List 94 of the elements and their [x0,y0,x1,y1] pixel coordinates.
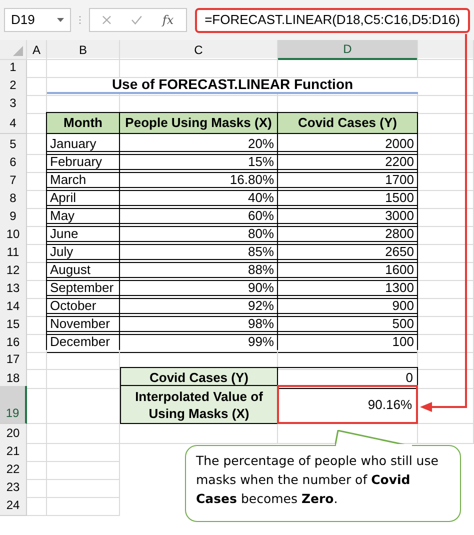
insert-function-button[interactable]: fx [162,11,174,29]
table-cell: 60% [119,205,278,226]
table-cell: 40% [119,187,278,208]
grid-cell [418,296,474,316]
row-number[interactable]: 19 [0,386,27,424]
grid-cell [27,478,47,498]
table-cell: 2650 [277,241,418,262]
grid-cell [418,242,474,262]
sheet-title: Use of FORECAST.LINEAR Function [47,76,418,94]
table-cell: November [46,313,120,334]
grid-cell [418,332,474,352]
grid-cell [418,134,474,154]
table-cell: 90% [119,277,278,298]
table-header: People Using Masks (X) [119,112,278,134]
table-cell: 85% [119,241,278,262]
table-cell: May [46,205,120,226]
table-cell: 80% [119,223,278,244]
grid-cell [418,206,474,226]
table-cell: 88% [119,259,278,280]
grid-cell [418,260,474,280]
grid-cell [418,188,474,208]
grid-cell [27,442,47,462]
table-cell: December [46,331,120,352]
grid-cell [418,424,474,444]
row-number[interactable]: 20 [0,424,27,444]
column-header[interactable]: B [47,40,120,60]
grid-cell [27,350,47,370]
row-number[interactable]: 22 [0,460,27,480]
table-cell: 500 [277,313,418,334]
table-cell: July [46,241,120,262]
callout-text: The percentage of people who still use masks when the number of Covid Cases becomes Zero. [196,452,440,508]
table-cell: October [46,295,120,316]
column-header[interactable]: A [27,40,47,60]
table-cell: 2000 [277,133,418,154]
row-number[interactable]: 21 [0,442,27,462]
grid-cell [418,368,474,388]
table-cell: 1500 [277,187,418,208]
table-cell: 100 [277,331,418,352]
grid-cell [27,424,47,444]
table-cell: 1600 [277,259,418,280]
grid-cell [418,152,474,172]
row-number[interactable]: 23 [0,478,27,498]
table-header: Month [46,112,120,134]
table-cell: September [46,277,120,298]
grid-cell [27,368,47,388]
table-cell: 92% [119,295,278,316]
column-header[interactable]: D [278,40,418,60]
grid-cell [27,386,47,424]
table-cell: 2800 [277,223,418,244]
row-number[interactable]: 17 [0,350,27,370]
grid-cell [418,224,474,244]
grid-cell [27,460,47,480]
grid-cell [418,94,474,114]
table-cell: 900 [277,295,418,316]
summary-value: 0 [277,367,418,388]
table-cell: March [46,169,120,190]
table-cell: 99% [119,331,278,352]
grid-cell [418,350,474,370]
grid-cell [418,58,474,78]
cancel-icon[interactable] [102,15,112,25]
table-cell: January [46,133,120,154]
table-cell: April [46,187,120,208]
table-cell: 16.80% [119,169,278,190]
table-cell: 2200 [277,151,418,172]
grid-cell [27,496,47,516]
column-header[interactable] [418,40,474,60]
grid-cell [418,112,474,134]
row-number[interactable]: 3 [0,94,27,114]
row-number[interactable]: 24 [0,496,27,516]
formula-field[interactable]: =FORECAST.LINEAR(D18,C5:C16,D5:D16) [194,8,470,32]
table-cell: 3000 [277,205,418,226]
grid-cell [27,58,47,78]
table-cell: August [46,259,120,280]
table-cell: February [46,151,120,172]
table-cell: 15% [119,151,278,172]
formula-text: =FORECAST.LINEAR(D18,C5:C16,D5:D16) [204,11,460,30]
name-box[interactable]: D19 [4,8,71,32]
grid-cell [418,278,474,298]
select-all-icon[interactable] [13,46,23,56]
table-cell: June [46,223,120,244]
table-cell: 1700 [277,169,418,190]
grid-cell [418,314,474,334]
summary-value: 90.16% [277,385,418,424]
row-number[interactable]: 2 [0,76,27,96]
table-cell: 98% [119,313,278,334]
table-header: Covid Cases (Y) [277,112,418,134]
column-header[interactable]: C [120,40,278,60]
table-cell: 1300 [277,277,418,298]
grid-cell [418,170,474,190]
cell-reference: D19 [11,11,35,30]
dropdown-icon[interactable] [56,18,64,22]
enter-icon[interactable] [131,15,142,25]
summary-label: Interpolated Value of Using Masks (X) [120,385,278,424]
row-number[interactable]: 4 [0,112,27,134]
